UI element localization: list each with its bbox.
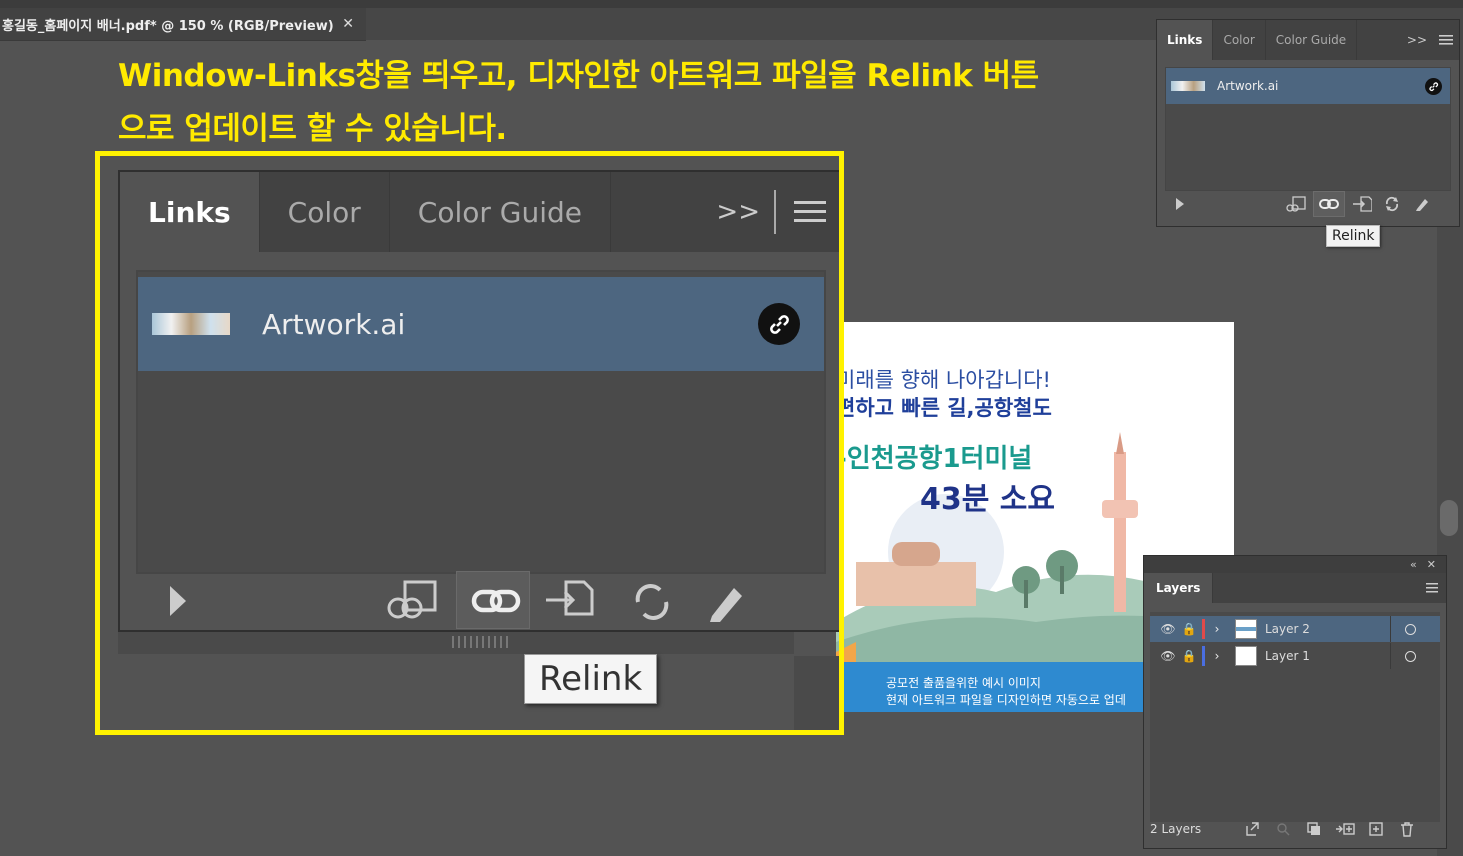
new-sublayer-icon[interactable] <box>1329 822 1360 836</box>
layer-row[interactable]: 👁 🔒 › Layer 1 <box>1150 643 1440 669</box>
layer-divider <box>1390 616 1391 642</box>
hamburger-menu-icon[interactable] <box>1420 573 1446 603</box>
artwork-headline-4: 43분 소요 <box>920 482 1055 517</box>
artwork-headline-3: -인천공항1터미널 <box>836 444 1033 474</box>
app-top-strip <box>0 0 1463 8</box>
target-icon[interactable] <box>1405 650 1416 662</box>
export-icon[interactable] <box>1236 822 1267 836</box>
layer-thumbnail <box>1235 619 1257 639</box>
layers-panel: « ✕ Layers 👁 🔒 › Layer 2 👁 🔒 › Layer 1 2… <box>1143 555 1447 849</box>
edit-original-icon[interactable] <box>1407 196 1437 212</box>
tab-color[interactable]: Color <box>1213 20 1266 60</box>
trash-icon[interactable] <box>1391 821 1422 837</box>
instruction-caption: Window-Links창을 띄우고, 디자인한 아트워크 파일을 Relink… <box>118 50 1098 156</box>
vertical-scrollbar-thumb[interactable] <box>1440 500 1458 536</box>
link-item[interactable]: Artwork.ai <box>1166 68 1450 104</box>
panel-overflow-button[interactable]: >> <box>1401 20 1433 60</box>
chevron-right-icon[interactable]: › <box>1205 622 1229 636</box>
document-tab[interactable]: 홍길동_홈페이지 배너.pdf* @ 150 % (RGB/Preview) ✕ <box>0 8 366 41</box>
show-link-info-icon[interactable] <box>1175 198 1185 210</box>
document-tab-title: 홍길동_홈페이지 배너.pdf* @ 150 % (RGB/Preview) <box>2 18 334 34</box>
tab-layers[interactable]: Layers <box>1144 573 1214 603</box>
link-name: Artwork.ai <box>1217 79 1279 93</box>
lock-icon[interactable]: 🔒 <box>1180 622 1198 636</box>
hamburger-menu-icon[interactable] <box>1433 20 1459 60</box>
layer-row[interactable]: 👁 🔒 › Layer 2 <box>1150 616 1440 642</box>
tab-color-guide[interactable]: Color Guide <box>1266 20 1358 60</box>
relink-icon[interactable] <box>1313 191 1345 217</box>
layer-divider <box>1390 643 1391 669</box>
tab-links[interactable]: Links <box>1157 20 1214 60</box>
go-to-link-icon[interactable] <box>1347 196 1377 212</box>
lock-icon[interactable]: 🔒 <box>1180 649 1198 663</box>
new-layer-icon[interactable] <box>1360 822 1391 836</box>
links-panel-tabs: Links Color Color Guide >> <box>1157 20 1459 60</box>
relink-from-cc-icon[interactable] <box>1281 196 1309 212</box>
update-link-icon[interactable] <box>1377 196 1407 212</box>
layer-name[interactable]: Layer 1 <box>1265 649 1385 663</box>
artwork-footer-text-1: 공모전 출품을위한 예시 이미지 <box>886 676 1041 690</box>
layer-name[interactable]: Layer 2 <box>1265 622 1385 636</box>
instruction-line-1: Window-Links창을 띄우고, 디자인한 아트워크 파일을 Relink… <box>118 58 1039 94</box>
layer-thumbnail <box>1235 646 1257 666</box>
links-panel: Links Color Color Guide >> Artwork.ai <box>1156 19 1460 227</box>
eye-icon[interactable]: 👁 <box>1156 649 1180 663</box>
make-clipping-mask-icon[interactable] <box>1298 822 1329 836</box>
layers-panel-header: « ✕ <box>1144 556 1446 573</box>
close-icon[interactable]: ✕ <box>1427 558 1436 571</box>
artwork-footer-text-2: 현재 아트워크 파일을 디자인하면 자동으로 업데 <box>886 693 1126 707</box>
close-icon[interactable]: ✕ <box>342 16 354 32</box>
search-icon[interactable] <box>1267 822 1298 836</box>
instruction-line-2: 으로 업데이트 할 수 있습니다. <box>118 111 507 147</box>
highlight-frame <box>95 151 844 735</box>
relink-tooltip: Relink <box>1326 225 1381 247</box>
chevron-right-icon[interactable]: › <box>1205 649 1229 663</box>
artwork-headline-1: 미래를 향해 나아갑니다! <box>836 368 1051 392</box>
link-thumbnail <box>1171 81 1205 91</box>
collapse-icon[interactable]: « <box>1410 558 1417 571</box>
layers-panel-tabs: Layers <box>1144 573 1446 603</box>
layers-panel-footer: 2 Layers <box>1144 814 1446 844</box>
layers-count: 2 Layers <box>1150 822 1202 836</box>
artwork-headline-2: 편하고 빠른 길,공항철도 <box>836 396 1052 420</box>
links-panel-toolbar <box>1157 190 1459 218</box>
links-list: Artwork.ai <box>1165 67 1451 191</box>
linked-file-icon <box>1425 77 1442 95</box>
eye-icon[interactable]: 👁 <box>1156 622 1180 636</box>
target-icon[interactable] <box>1405 623 1416 635</box>
layers-list: 👁 🔒 › Layer 2 👁 🔒 › Layer 1 <box>1150 612 1440 822</box>
